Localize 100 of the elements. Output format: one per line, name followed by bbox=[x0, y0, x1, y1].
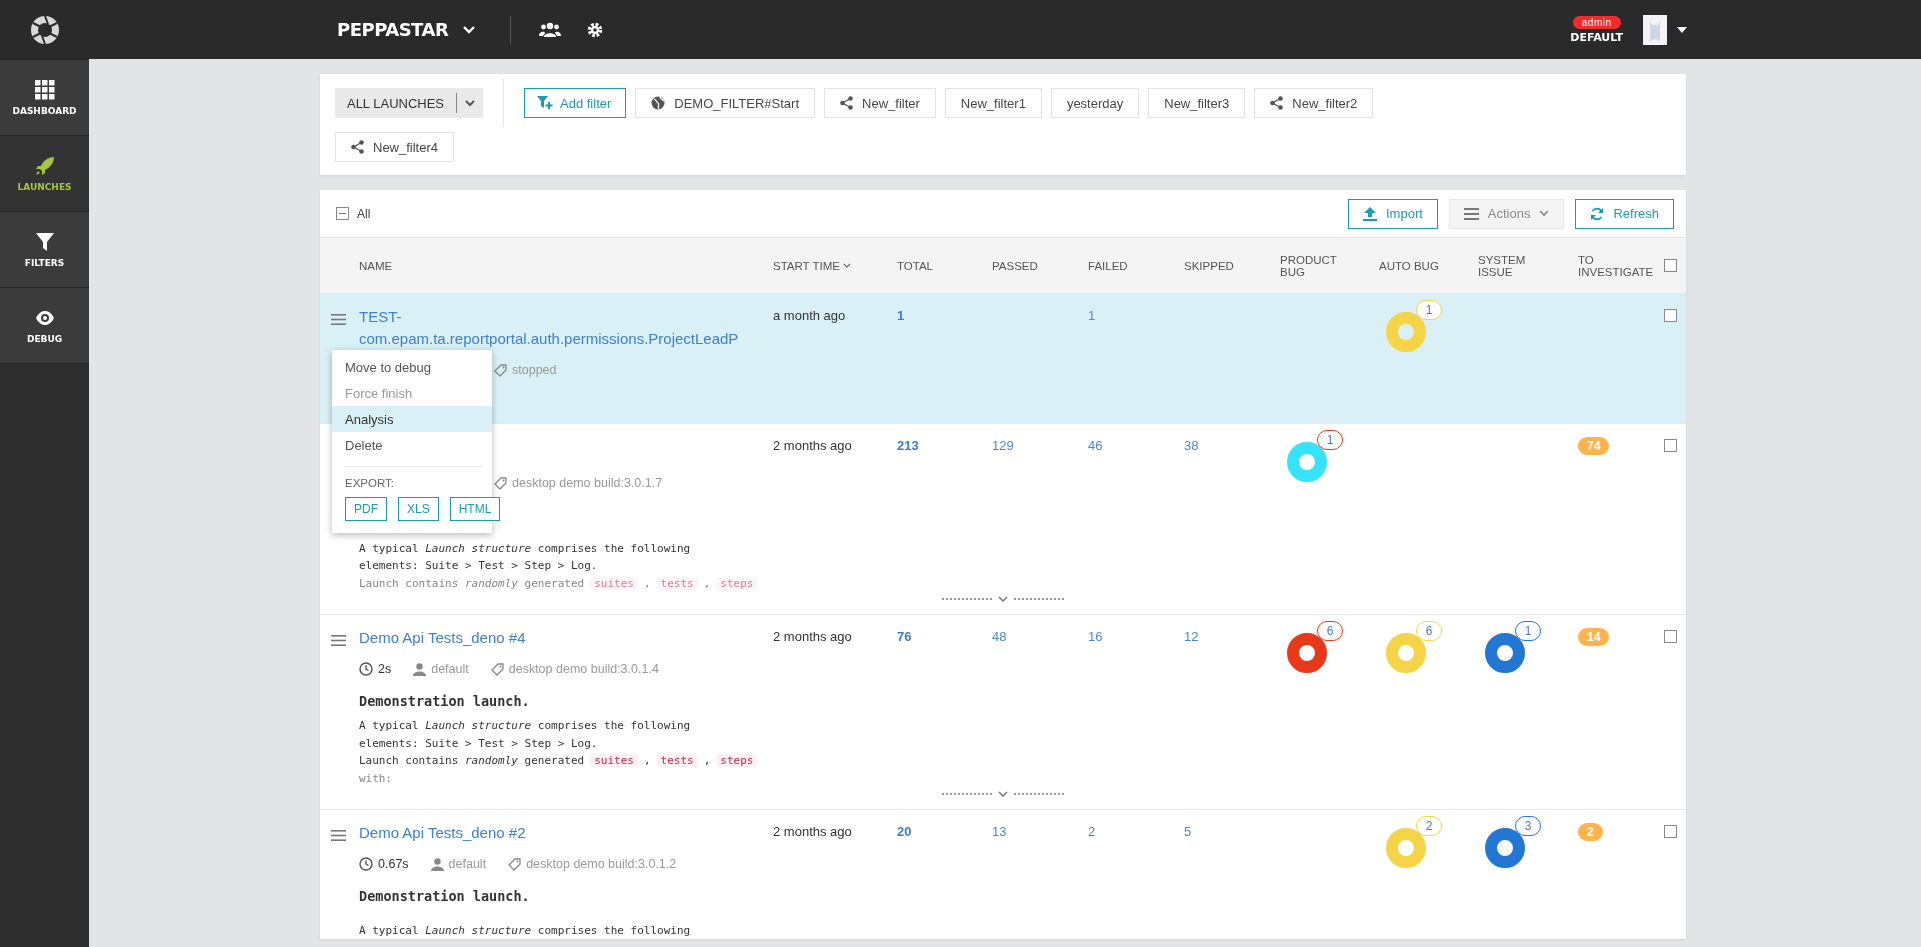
defect-donut-icon[interactable] bbox=[1485, 633, 1525, 673]
column-header[interactable]: FAILED bbox=[1088, 259, 1128, 272]
chevron-down-icon bbox=[465, 99, 475, 107]
code-tag: suites bbox=[590, 754, 638, 768]
passed-count[interactable]: 129 bbox=[992, 438, 1014, 453]
filter-tab[interactable]: New_filter4 bbox=[335, 132, 455, 162]
menu-item[interactable]: Move to debug bbox=[332, 354, 492, 380]
expand-toggle[interactable] bbox=[940, 789, 1066, 799]
description-text: Launch contains randomly generated bbox=[359, 753, 585, 769]
defect-donut-icon[interactable] bbox=[1287, 633, 1327, 673]
column-header[interactable]: NAME bbox=[359, 259, 393, 272]
launch-name-link[interactable]: Demo Api Tests_deno #2 bbox=[359, 822, 526, 844]
column-header[interactable]: SYSTEM ISSUE bbox=[1478, 253, 1526, 278]
skipped-count[interactable]: 5 bbox=[1184, 824, 1192, 839]
menu-icon[interactable] bbox=[331, 314, 346, 325]
filter-tab[interactable]: DEMO_FILTER#Start bbox=[635, 88, 816, 118]
launch-row[interactable] bbox=[320, 614, 1686, 809]
tag-icon bbox=[490, 662, 504, 676]
total-count[interactable]: 76 bbox=[897, 629, 912, 644]
defect-count-badge[interactable]: 6 bbox=[1317, 621, 1343, 641]
passed-count[interactable]: 13 bbox=[992, 824, 1007, 839]
skipped-count[interactable]: 12 bbox=[1184, 629, 1199, 644]
export-button[interactable]: XLS bbox=[398, 497, 439, 521]
description-text: A typical Launch structure comprises the following bbox=[359, 540, 691, 557]
avatar-icon[interactable] bbox=[1643, 14, 1667, 45]
filter-tab[interactable]: New_filter1 bbox=[944, 88, 1042, 118]
actions-dropdown[interactable]: Actions bbox=[1448, 198, 1565, 229]
aperture-logo-icon[interactable] bbox=[28, 13, 61, 46]
filter-tab[interactable]: yesterday bbox=[1050, 88, 1140, 118]
row-checkbox[interactable] bbox=[1664, 309, 1677, 322]
description-text: elements: Suite > Test > Step > Log. bbox=[359, 735, 598, 752]
column-header[interactable]: TOTAL bbox=[897, 259, 933, 272]
start-time: 2 months ago bbox=[773, 628, 853, 646]
defect-count-badge[interactable]: 6 bbox=[1416, 621, 1442, 641]
total-count[interactable]: 20 bbox=[897, 824, 912, 839]
failed-count[interactable]: 1 bbox=[1088, 308, 1096, 323]
filter-tab[interactable]: New_filter2 bbox=[1254, 88, 1374, 118]
people-icon[interactable] bbox=[539, 21, 562, 38]
filter-tab[interactable]: New_filter bbox=[824, 88, 936, 118]
sort-caret-icon bbox=[842, 263, 851, 268]
sidebar-item[interactable]: FILTERS bbox=[0, 212, 89, 288]
total-count[interactable]: 1 bbox=[897, 308, 905, 323]
description-text: , bbox=[703, 753, 711, 769]
export-button[interactable]: HTML bbox=[449, 497, 501, 521]
launch-tag: desktop demo build:3.0.1.2 bbox=[526, 857, 677, 871]
description-text: , bbox=[703, 575, 711, 592]
launch-tag: desktop demo build:3.0.1.4 bbox=[508, 662, 659, 676]
defect-count-badge[interactable]: 1 bbox=[1416, 300, 1442, 320]
tag-icon bbox=[494, 363, 507, 377]
settings-icon[interactable] bbox=[587, 21, 604, 38]
skipped-count[interactable]: 38 bbox=[1184, 438, 1199, 453]
filter-plus-icon bbox=[537, 96, 553, 110]
total-count[interactable]: 213 bbox=[897, 438, 919, 453]
launch-selector[interactable]: ALL LAUNCHES bbox=[335, 88, 483, 118]
defect-donut-icon[interactable] bbox=[1485, 828, 1525, 868]
sidebar-item[interactable]: DEBUG bbox=[0, 288, 89, 364]
select-all-checkbox[interactable] bbox=[336, 207, 349, 220]
launch-name-link[interactable]: Demo Api Tests_deno #4 bbox=[359, 627, 526, 649]
defect-count-badge[interactable]: 1 bbox=[1317, 430, 1343, 450]
menu-icon[interactable] bbox=[331, 635, 346, 646]
sidebar-item[interactable]: LAUNCHES bbox=[0, 136, 89, 212]
refresh-button[interactable]: Refresh bbox=[1575, 198, 1674, 229]
passed-count[interactable]: 48 bbox=[992, 629, 1007, 644]
code-tag: steps bbox=[716, 576, 758, 590]
failed-count[interactable]: 46 bbox=[1088, 438, 1103, 453]
failed-count[interactable]: 2 bbox=[1088, 824, 1096, 839]
menu-item[interactable]: Analysis bbox=[332, 406, 492, 432]
menu-item[interactable]: Delete bbox=[332, 432, 492, 458]
clock-icon bbox=[359, 662, 373, 676]
defect-count-badge[interactable]: 2 bbox=[1416, 816, 1442, 836]
column-header[interactable]: START TIME bbox=[773, 259, 851, 272]
row-checkbox[interactable] bbox=[1664, 825, 1677, 838]
description-text: Launch contains randomly generated bbox=[359, 575, 585, 592]
column-header[interactable]: PASSED bbox=[992, 259, 1038, 272]
import-button[interactable]: Import bbox=[1348, 198, 1438, 229]
launch-name-link[interactable]: TEST-com.epam.ta.reportportal.auth.permissions.ProjectLeadP bbox=[359, 306, 759, 350]
project-selector[interactable]: PEPPASTAR bbox=[337, 19, 477, 40]
row-checkbox[interactable] bbox=[1664, 439, 1677, 452]
failed-count[interactable]: 16 bbox=[1088, 629, 1103, 644]
column-header[interactable]: TO INVESTIGATE bbox=[1578, 253, 1654, 278]
sidebar-item[interactable]: DASHBOARD bbox=[0, 60, 89, 136]
defect-count-badge[interactable]: 1 bbox=[1515, 621, 1541, 641]
export-button[interactable]: PDF bbox=[345, 497, 387, 521]
upload-icon bbox=[1363, 206, 1377, 221]
column-header[interactable]: SKIPPED bbox=[1184, 259, 1234, 272]
description-text: A typical Launch structure comprises the following bbox=[359, 922, 691, 939]
add-filter-button[interactable]: Add filter bbox=[524, 88, 627, 118]
launch-row[interactable]: Demo Api Tests_deno #2 0.67s default desktop demo build:3.0.1.2 Demonstration launch. A typical Launch structure comprises the following 2 months ago 20 13 2 5 2 3 2 bbox=[320, 809, 1686, 939]
defect-count-badge[interactable]: 3 bbox=[1515, 816, 1541, 836]
duration-text: 2s bbox=[378, 662, 392, 676]
filter-tab[interactable]: New_filter3 bbox=[1148, 88, 1246, 118]
expand-toggle[interactable] bbox=[940, 594, 1066, 604]
menu-icon[interactable] bbox=[331, 830, 346, 841]
owner-text: default bbox=[431, 662, 469, 676]
column-header[interactable]: PRODUCT BUG bbox=[1280, 253, 1337, 278]
column-header[interactable]: AUTO BUG bbox=[1379, 259, 1439, 272]
export-label: EXPORT: bbox=[344, 476, 395, 491]
row-checkbox[interactable] bbox=[1664, 630, 1677, 643]
caret-icon[interactable] bbox=[1677, 26, 1687, 33]
header-checkbox[interactable] bbox=[1664, 259, 1677, 272]
